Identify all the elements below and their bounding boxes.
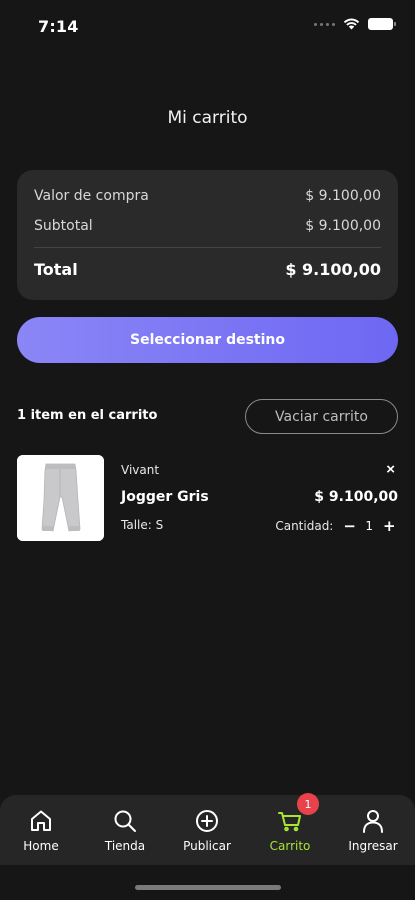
subtotal-label: Subtotal	[34, 218, 93, 234]
quantity-label: Cantidad:	[275, 519, 334, 533]
subtotal-amount: $ 9.100,00	[305, 218, 381, 234]
order-summary-card: Valor de compra $ 9.100,00 Subtotal $ 9.…	[17, 170, 398, 300]
tab-carrito[interactable]: 1 Carrito	[255, 793, 325, 857]
tab-home[interactable]: Home	[6, 807, 76, 857]
signal-dots-icon	[314, 22, 335, 26]
purchase-value-row: Valor de compra $ 9.100,00	[34, 188, 381, 204]
cart-icon: 1	[276, 793, 319, 835]
cart-items-count: 1 item en el carrito	[17, 408, 158, 423]
bottom-tab-bar: Home Tienda Publicar 1 Carrito Ingresar	[0, 793, 415, 865]
product-image[interactable]	[17, 455, 104, 541]
remove-item-close-icon[interactable]: ×	[386, 461, 395, 478]
product-size: Talle: S	[121, 518, 164, 532]
home-indicator[interactable]	[135, 885, 281, 890]
status-time: 7:14	[38, 17, 79, 36]
purchase-value-label: Valor de compra	[34, 188, 149, 204]
tab-publicar-label: Publicar	[183, 839, 231, 853]
wifi-icon	[343, 18, 360, 30]
decrease-quantity-button[interactable]: −	[343, 517, 356, 535]
increase-quantity-button[interactable]: +	[383, 517, 396, 535]
select-destination-button[interactable]: Seleccionar destino	[17, 317, 398, 363]
summary-divider	[34, 247, 381, 248]
tab-ingresar[interactable]: Ingresar	[338, 807, 408, 857]
tab-carrito-label: Carrito	[269, 839, 311, 853]
total-row: Total $ 9.100,00	[34, 260, 381, 279]
jogger-pants-image	[17, 455, 104, 541]
status-bar: 7:14	[0, 0, 415, 56]
total-label: Total	[34, 260, 78, 279]
tab-tienda[interactable]: Tienda	[90, 807, 160, 857]
tab-tienda-label: Tienda	[104, 839, 146, 853]
user-icon	[359, 807, 387, 835]
total-amount: $ 9.100,00	[285, 260, 381, 279]
status-icons	[314, 18, 396, 30]
quantity-stepper: Cantidad: − 1 +	[275, 517, 395, 535]
home-icon	[27, 807, 55, 835]
product-brand: Vivant	[121, 463, 160, 477]
quantity-value: 1	[365, 519, 373, 533]
purchase-value-amount: $ 9.100,00	[305, 188, 381, 204]
page-title: Mi carrito	[167, 108, 248, 128]
cart-count-badge: 1	[297, 793, 319, 815]
clear-cart-button[interactable]: Vaciar carrito	[245, 399, 398, 434]
search-icon	[111, 807, 139, 835]
cart-item: Vivant × Jogger Gris $ 9.100,00 Talle: S…	[17, 455, 398, 543]
product-price: $ 9.100,00	[314, 489, 398, 505]
plus-circle-icon	[193, 807, 221, 835]
tab-ingresar-label: Ingresar	[348, 839, 398, 853]
tab-home-label: Home	[23, 839, 59, 853]
subtotal-row: Subtotal $ 9.100,00	[34, 218, 381, 234]
product-name: Jogger Gris	[121, 489, 209, 505]
battery-icon	[368, 18, 396, 30]
tab-publicar[interactable]: Publicar	[172, 807, 242, 857]
